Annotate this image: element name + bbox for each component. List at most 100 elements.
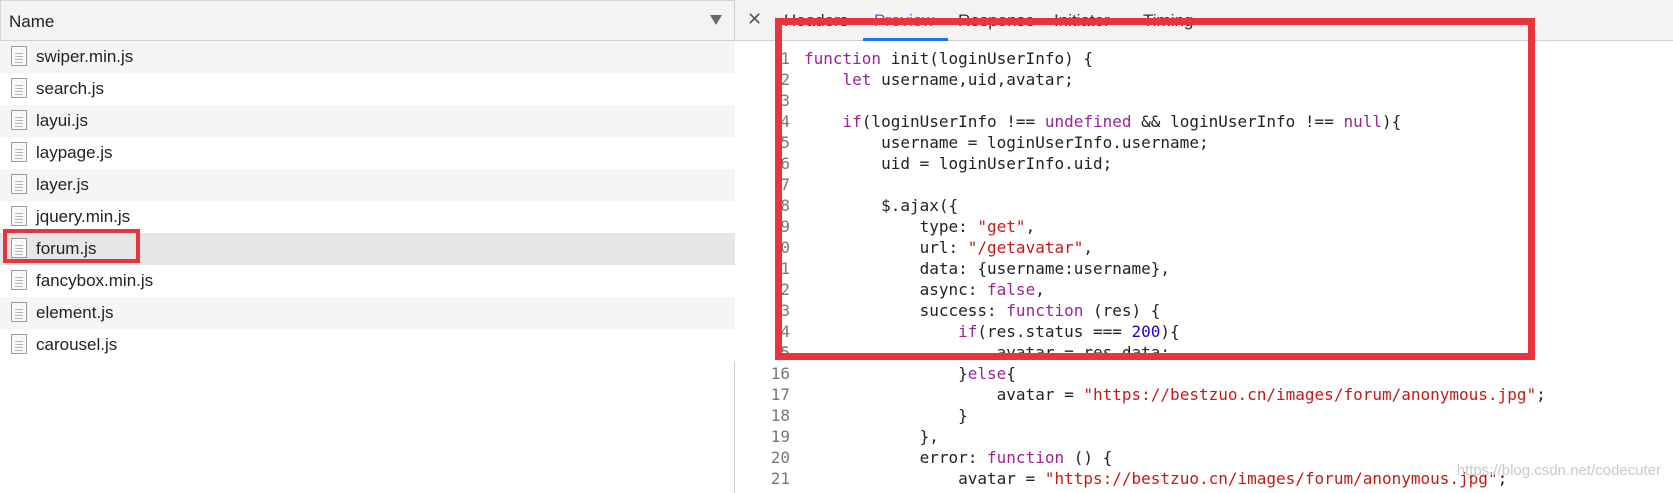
code-line: 3 success: function (res) { (735, 300, 1673, 321)
code-line: 17 avatar = "https://bestzuo.cn/images/f… (735, 384, 1673, 405)
tab-bar: ✕ Headers Preview Response Initiator Tim… (735, 0, 1673, 41)
code-text: let username,uid,avatar; (842, 70, 1074, 89)
code-text: error: function () { (804, 448, 1113, 467)
line-number: 4 (780, 112, 790, 131)
file-icon (11, 302, 27, 322)
code-text: function init(loginUserInfo) { (804, 49, 1093, 68)
code-line: 4 if(loginUserInfo !== undefined && logi… (735, 111, 1673, 132)
line-number: 20 (770, 448, 790, 467)
file-row[interactable]: laypage.js (0, 137, 735, 169)
file-name: layui.js (36, 111, 88, 130)
code-line: 1 data: {username:username}, (735, 258, 1673, 279)
code-text: async: false, (804, 280, 1045, 299)
file-icon (11, 78, 27, 98)
code-line: 16 }else{ (735, 363, 1673, 384)
file-name: fancybox.min.js (36, 271, 154, 290)
code-text: avatar = "https://bestzuo.cn/images/foru… (804, 385, 1546, 404)
tab-preview[interactable]: Preview (874, 11, 934, 31)
code-text: avatar = "https://bestzuo.cn/images/foru… (804, 469, 1508, 488)
file-row[interactable]: layer.js (0, 169, 735, 201)
file-icon (11, 46, 27, 66)
code-line: 7 (735, 174, 1673, 195)
file-icon (11, 270, 27, 290)
code-text: avatar = res.data; (804, 343, 1171, 362)
file-icon (11, 110, 27, 130)
file-row[interactable]: fancybox.min.js (0, 265, 735, 297)
code-preview[interactable]: 1 function init(loginUserInfo) {2 let use… (735, 48, 1673, 493)
line-number: 16 (770, 364, 790, 383)
file-icon (11, 238, 27, 258)
code-text: success: function (res) { (804, 301, 1161, 320)
line-number: 21 (770, 469, 790, 488)
file-name: laypage.js (36, 143, 113, 162)
line-number: 3 (780, 301, 790, 320)
code-text: type: "get", (804, 217, 1036, 236)
code-line: 19 }, (735, 426, 1673, 447)
code-text: data: {username:username}, (804, 259, 1171, 278)
tab-headers[interactable]: Headers (784, 11, 848, 31)
code-line: 6 uid = loginUserInfo.uid; (735, 153, 1673, 174)
code-text: $.ajax({ (804, 196, 959, 215)
file-row[interactable]: carousel.js (0, 329, 735, 361)
code-line: 3 (735, 90, 1673, 111)
file-list-panel: Name swiper.min.js search.js layui.js laypa… (0, 0, 735, 493)
line-number: 1 (780, 49, 790, 68)
line-number: 1 (780, 259, 790, 278)
code-text: username = loginUserInfo.username; (804, 133, 1209, 152)
file-name: layer.js (36, 175, 89, 194)
line-number: 5 (780, 133, 790, 152)
code-text: } (804, 406, 968, 425)
code-text: uid = loginUserInfo.uid; (804, 154, 1113, 173)
tab-initiator[interactable]: Initiator (1054, 11, 1110, 31)
file-row[interactable]: jquery.min.js (0, 201, 735, 233)
line-number: 18 (770, 406, 790, 425)
line-number: 19 (770, 427, 790, 446)
line-number: 17 (770, 385, 790, 404)
file-row[interactable]: element.js (0, 297, 735, 329)
code-text: if(loginUserInfo !== undefined && loginU… (842, 112, 1402, 131)
file-icon (11, 174, 27, 194)
code-line: 5 avatar = res.data; (735, 342, 1673, 363)
tab-timing[interactable]: Timing (1143, 11, 1193, 31)
code-line: 0 url: "/getavatar", (735, 237, 1673, 258)
name-header-label: Name (9, 12, 55, 31)
name-column-header[interactable]: Name (0, 0, 734, 41)
line-number: 2 (780, 70, 790, 89)
line-number: 7 (780, 175, 790, 194)
line-number: 0 (780, 238, 790, 257)
file-icon (11, 334, 27, 354)
preview-panel: ✕ Headers Preview Response Initiator Tim… (735, 0, 1673, 493)
file-name: jquery.min.js (36, 207, 131, 226)
line-number: 4 (780, 322, 790, 341)
file-name: search.js (36, 79, 105, 98)
code-line: 2 async: false, (735, 279, 1673, 300)
file-row[interactable]: search.js (0, 73, 735, 105)
watermark: https://blog.csdn.net/codecuter (1456, 462, 1661, 479)
code-line: 8 $.ajax({ (735, 195, 1673, 216)
code-text: }else{ (804, 364, 1016, 383)
code-line: 9 type: "get", (735, 216, 1673, 237)
file-name: forum.js (36, 239, 97, 258)
file-icon (11, 206, 27, 226)
line-number: 8 (780, 196, 790, 215)
tab-response[interactable]: Response (958, 11, 1035, 31)
code-text: if(res.status === 200){ (958, 322, 1180, 341)
code-line: 2 let username,uid,avatar; (735, 69, 1673, 90)
code-text: url: "/getavatar", (804, 238, 1093, 257)
file-row[interactable]: layui.js (0, 105, 735, 137)
file-row[interactable]: swiper.min.js (0, 41, 735, 73)
file-list: swiper.min.js search.js layui.js laypage.js… (0, 41, 735, 361)
sort-arrow-icon[interactable] (710, 15, 722, 25)
code-line: 1 function init(loginUserInfo) { (735, 48, 1673, 69)
line-number: 5 (780, 343, 790, 362)
active-tab-indicator (863, 38, 948, 41)
line-number: 9 (780, 217, 790, 236)
line-number: 3 (780, 91, 790, 110)
file-row[interactable]: forum.js (0, 233, 735, 265)
file-name: carousel.js (36, 335, 118, 354)
file-name: element.js (36, 303, 114, 322)
code-line: 5 username = loginUserInfo.username; (735, 132, 1673, 153)
code-text: }, (804, 427, 939, 446)
line-number: 6 (780, 154, 790, 173)
close-icon[interactable]: ✕ (747, 9, 762, 30)
